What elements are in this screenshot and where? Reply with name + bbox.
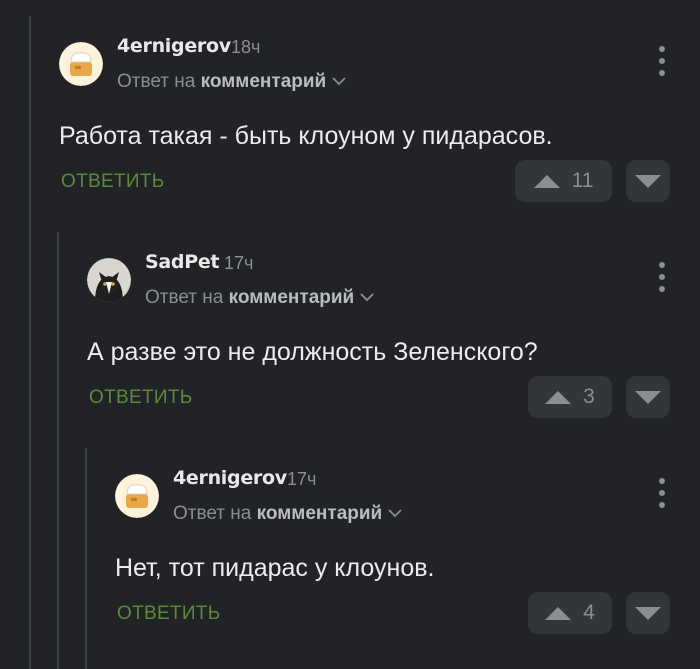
comment-text: Нет, тот пидарас у клоунов. [115,554,435,582]
comment-author[interactable]: 4ernigerov [173,467,287,489]
reply-to-target: комментарий [256,503,383,524]
comment-author[interactable]: SadPet [145,251,220,273]
reply-to-target: комментарий [200,71,327,92]
arrow-up-icon [545,606,572,620]
cook-hat-avatar-icon[interactable] [115,474,159,518]
arrow-up-icon [533,174,560,188]
comment-time: 17ч [224,253,254,273]
reply-to-link[interactable]: Ответ на комментарий [117,71,346,93]
comment: 4ernigerov 17ч Ответ на комментарий Нет,… [0,432,700,647]
comment-time: 18ч [231,37,261,57]
vote-count: 4 [583,601,595,624]
downvote-button[interactable] [626,592,670,634]
comment-time: 17ч [287,469,317,489]
reply-to-link[interactable]: Ответ на комментарий [145,287,374,309]
reply-to-target: комментарий [228,287,355,308]
comment-text: А разве это не должность Зеленского? [87,338,538,366]
downvote-button[interactable] [626,376,670,418]
cat-avatar-icon[interactable] [87,258,131,302]
reply-button[interactable]: ОТВЕТИТЬ [61,171,164,193]
upvote-button[interactable]: 4 [528,592,612,634]
chevron-down-icon [388,509,402,518]
more-options-icon[interactable] [658,46,666,76]
reply-button[interactable]: ОТВЕТИТЬ [89,387,192,409]
downvote-button[interactable] [626,160,670,202]
vote-count: 11 [571,169,594,192]
reply-button[interactable]: ОТВЕТИТЬ [117,603,220,625]
chevron-down-icon [332,77,346,86]
more-options-icon[interactable] [658,478,666,508]
chevron-down-icon [360,293,374,302]
arrow-down-icon [635,174,661,188]
arrow-down-icon [635,606,661,620]
arrow-up-icon [545,390,572,404]
reply-to-prefix: Ответ на [145,287,224,308]
comment-text: Работа такая - быть клоуном у пидарасов. [59,122,553,150]
arrow-down-icon [635,390,661,404]
comment: 4ernigerov 18ч Ответ на комментарий Рабо… [0,0,700,215]
comment: SadPet 17ч Ответ на комментарий А разве … [0,216,700,431]
upvote-button[interactable]: 3 [528,376,612,418]
comment-author[interactable]: 4ernigerov [117,35,231,57]
upvote-button[interactable]: 11 [515,160,612,202]
vote-count: 3 [583,385,595,408]
more-options-icon[interactable] [658,262,666,292]
reply-to-prefix: Ответ на [173,503,252,524]
reply-to-prefix: Ответ на [117,71,196,92]
cook-hat-avatar-icon[interactable] [59,42,103,86]
reply-to-link[interactable]: Ответ на комментарий [173,503,402,525]
